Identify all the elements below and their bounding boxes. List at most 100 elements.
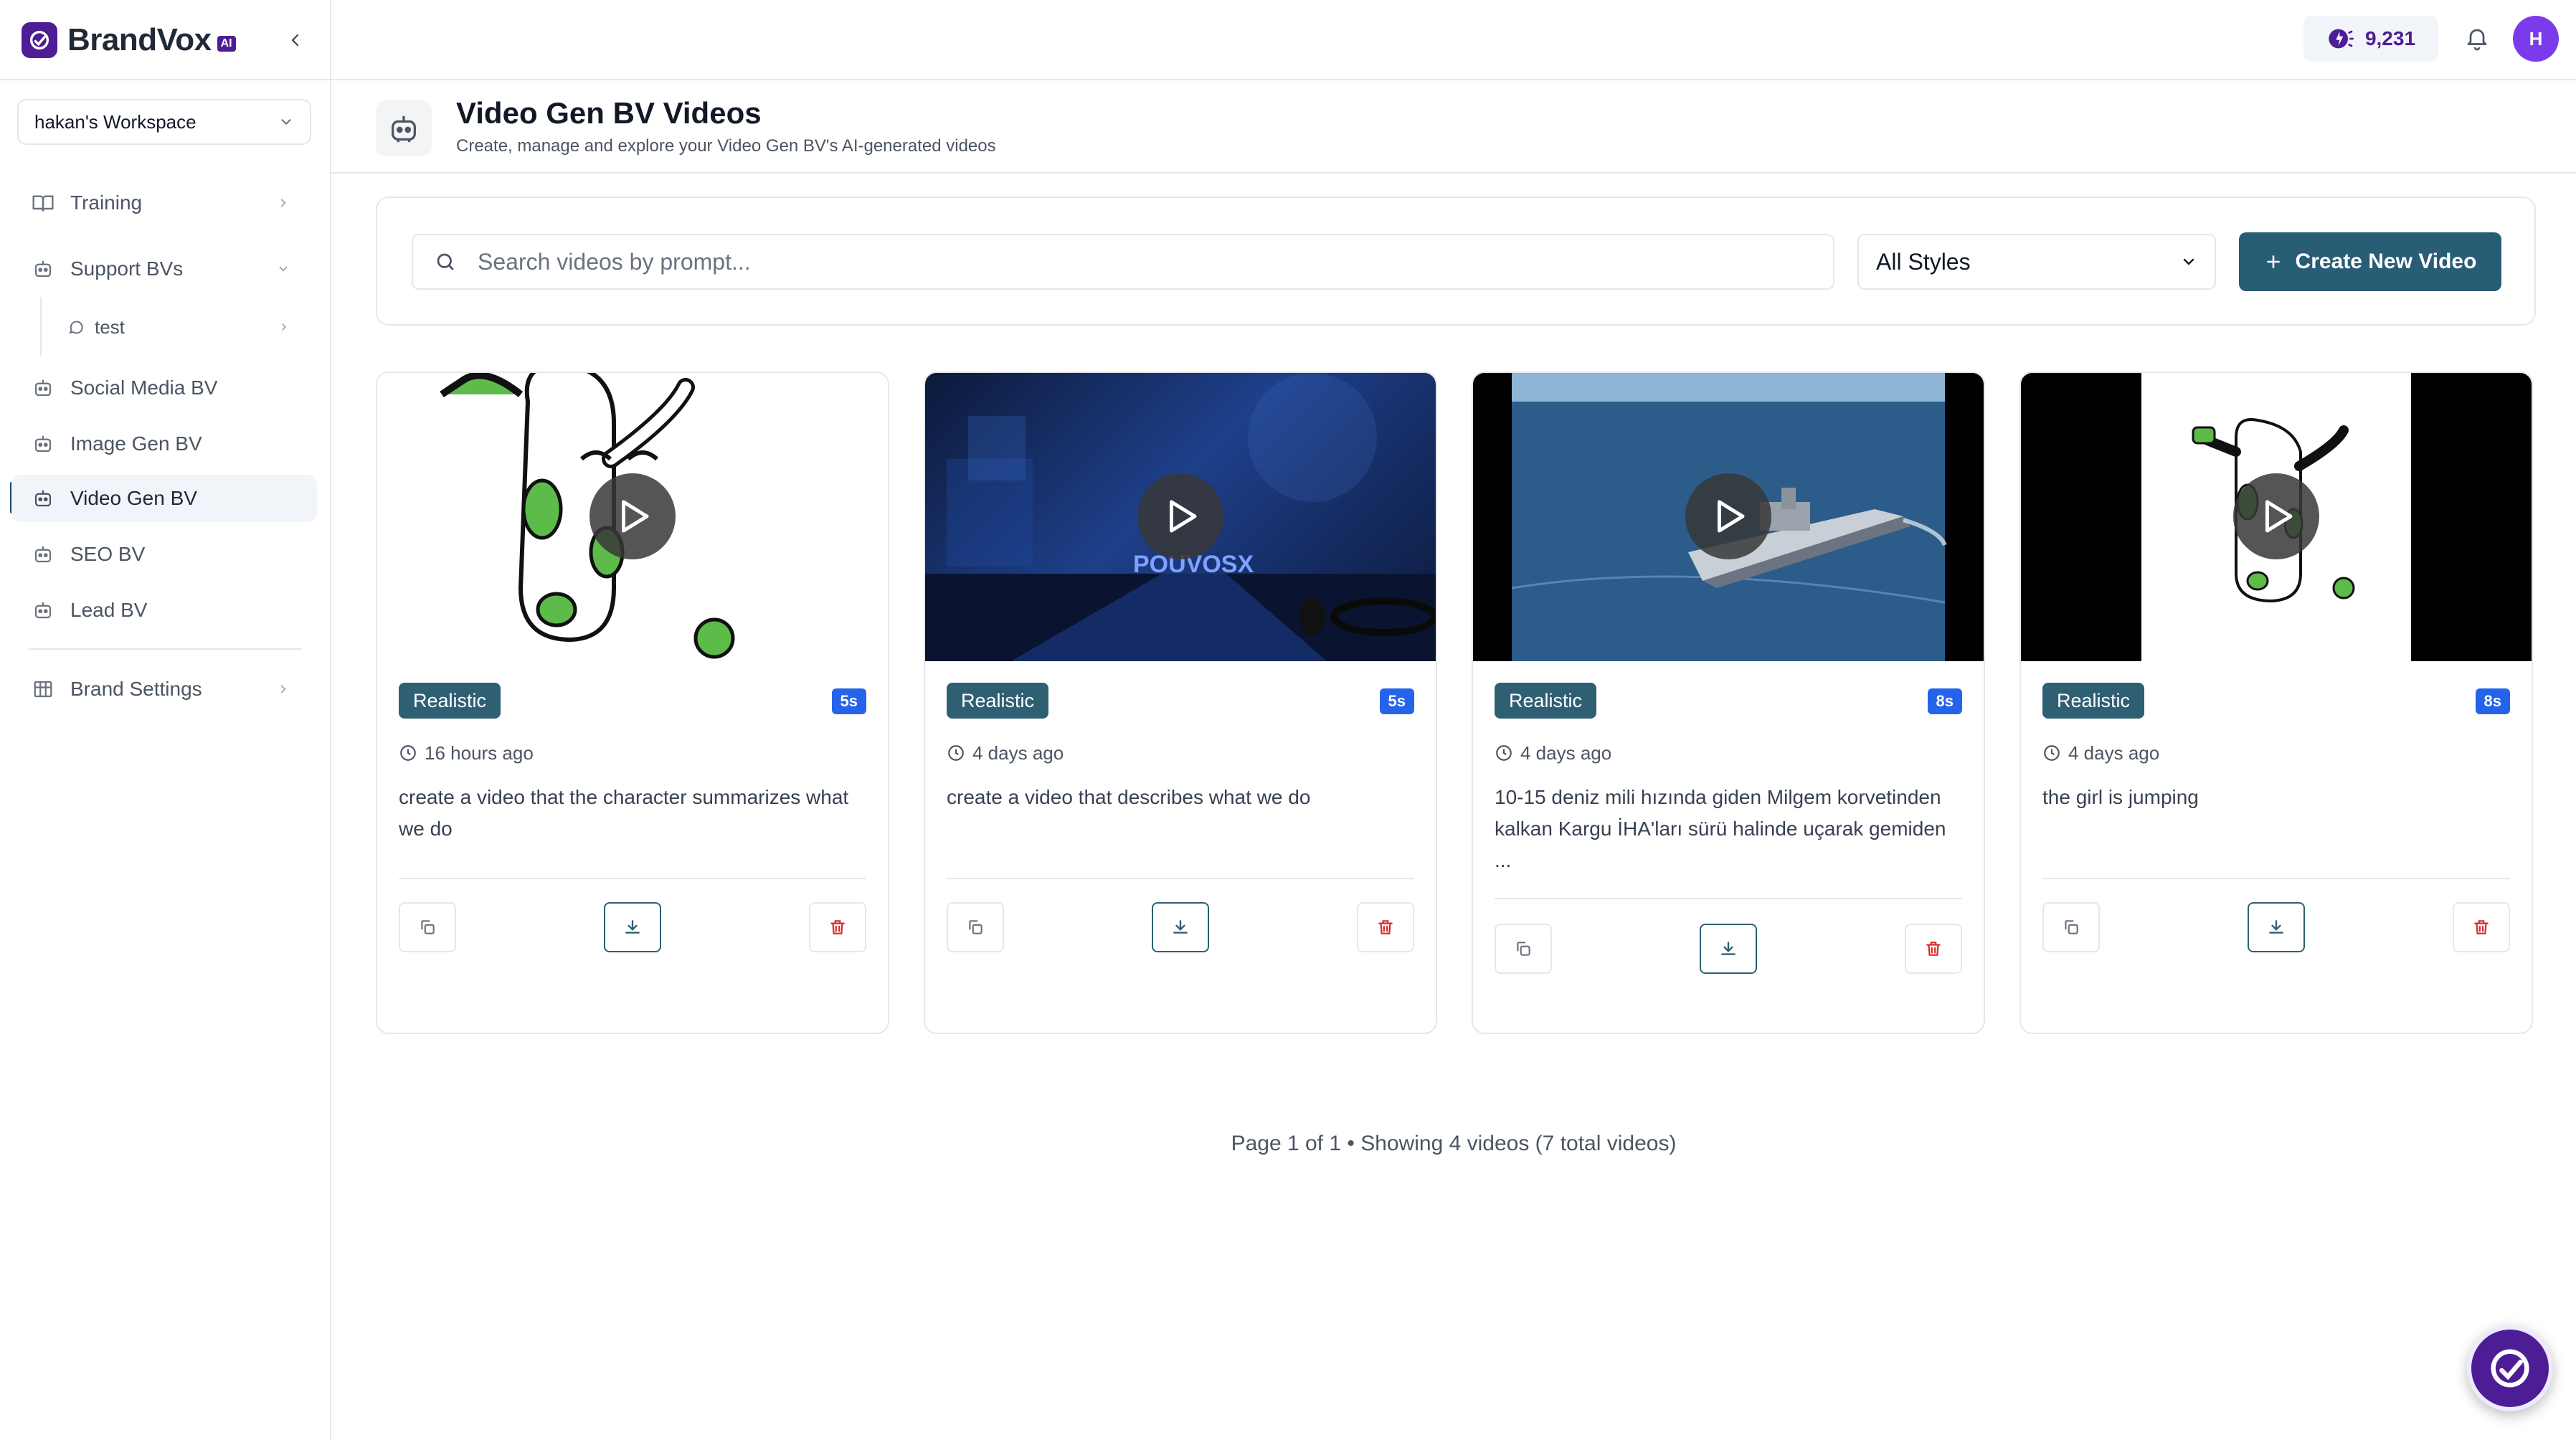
style-filter-select[interactable]: All Styles	[1857, 234, 2216, 290]
copy-prompt-button[interactable]	[399, 902, 456, 952]
video-card: POUVOSX Realistic 5s 4 days ago create a…	[924, 371, 1437, 1034]
video-thumbnail[interactable]: POUVOSX	[925, 373, 1436, 661]
brand-logo[interactable]: BrandVox AI	[22, 20, 236, 60]
copy-icon	[421, 920, 435, 934]
sidebar-subitem-test[interactable]: test	[65, 310, 308, 344]
sidebar-item-label: Brand Settings	[70, 678, 202, 700]
copy-prompt-button[interactable]	[947, 902, 1004, 952]
card-timestamp: 4 days ago	[1495, 740, 1611, 766]
sidebar-item-label: Training	[70, 191, 143, 214]
card-divider	[399, 878, 866, 879]
download-button[interactable]	[1700, 924, 1757, 974]
copy-icon	[2065, 920, 2078, 934]
card-prompt: the girl is jumping	[2042, 786, 2199, 808]
play-button[interactable]	[589, 473, 676, 559]
video-thumbnail[interactable]	[1473, 373, 1984, 661]
collapse-sidebar-button[interactable]	[283, 24, 308, 56]
duration-badge: 8s	[2475, 688, 2510, 714]
download-icon	[1721, 942, 1736, 955]
sidebar-item-label: test	[95, 316, 125, 338]
style-badge: Realistic	[2042, 683, 2145, 719]
clock-icon	[2044, 745, 2060, 761]
sidebar-item-social-media-bv[interactable]: Social Media BV	[11, 364, 317, 412]
chat-bubble-icon	[65, 316, 87, 338]
search-icon	[413, 251, 478, 273]
duration-badge: 5s	[1379, 688, 1414, 714]
sidebar-item-lead-bv[interactable]: Lead BV	[11, 587, 317, 634]
sidebar-divider	[29, 648, 301, 650]
sidebar-item-video-gen-bv[interactable]: Video Gen BV	[11, 475, 317, 522]
filter-panel: All Styles Create New Video	[376, 196, 2536, 326]
robot-icon	[29, 484, 57, 513]
play-button[interactable]	[2233, 473, 2319, 559]
play-button[interactable]	[1685, 473, 1771, 559]
video-thumbnail[interactable]	[377, 373, 888, 661]
sidebar-item-label: Support BVs	[70, 257, 184, 280]
search-input[interactable]	[478, 248, 1812, 275]
top-bar	[331, 0, 2576, 80]
delete-button[interactable]	[2453, 902, 2510, 952]
brand-name: BrandVox	[67, 22, 212, 57]
page-subtitle: Create, manage and explore your Video Ge…	[456, 136, 996, 156]
download-icon	[1173, 920, 1188, 934]
chevron-down-icon	[2183, 258, 2194, 265]
pagination-info: Page 1 of 1 • Showing 4 videos (7 total …	[1231, 1132, 1677, 1155]
card-timestamp: 4 days ago	[2042, 740, 2159, 766]
trash-icon	[2474, 920, 2489, 934]
chevron-right-icon	[273, 192, 294, 214]
credit-coin-icon	[2329, 29, 2354, 49]
chevron-right-icon	[273, 678, 294, 700]
page-header: Video Gen BV Videos Create, manage and e…	[331, 80, 2576, 174]
style-badge: Realistic	[1495, 683, 1597, 719]
notifications-button[interactable]	[2460, 22, 2494, 56]
duration-badge: 8s	[1927, 688, 1962, 714]
card-divider	[947, 878, 1414, 879]
card-divider	[2042, 878, 2510, 879]
sidebar-item-training[interactable]: Training	[11, 179, 317, 227]
assistant-chat-button[interactable]	[2467, 1325, 2553, 1411]
workspace-select[interactable]: hakan's Workspace	[17, 99, 311, 145]
trash-icon	[1926, 942, 1941, 956]
delete-button[interactable]	[1905, 924, 1962, 974]
delete-button[interactable]	[1357, 902, 1414, 952]
chevron-left-icon	[291, 34, 299, 47]
page-title: Video Gen BV Videos	[456, 96, 762, 130]
sidebar-item-support-bvs[interactable]: Support BVs	[11, 245, 317, 293]
robot-icon	[29, 596, 57, 625]
plus-icon	[2266, 255, 2280, 268]
robot-icon	[29, 540, 57, 569]
building-icon	[29, 675, 57, 704]
chevron-down-icon	[281, 119, 291, 125]
delete-button[interactable]	[809, 902, 866, 952]
play-button[interactable]	[1137, 473, 1223, 559]
card-time-text: 4 days ago	[1520, 742, 1612, 764]
download-button[interactable]	[604, 902, 661, 952]
sidebar-item-label: SEO BV	[70, 543, 146, 565]
copy-icon	[1517, 942, 1530, 956]
sidebar-item-brand-settings[interactable]: Brand Settings	[11, 665, 317, 713]
brandvox-logo-icon	[22, 22, 57, 58]
sidebar-item-seo-bv[interactable]: SEO BV	[11, 531, 317, 578]
video-card: Realistic 5s 16 hours ago create a video…	[376, 371, 889, 1034]
style-badge: Realistic	[947, 683, 1049, 719]
sidebar-item-image-gen-bv[interactable]: Image Gen BV	[11, 420, 317, 468]
card-prompt: create a video that describes what we do	[947, 786, 1311, 808]
card-time-text: 4 days ago	[2068, 742, 2160, 764]
create-new-video-button[interactable]: Create New Video	[2239, 232, 2501, 291]
card-timestamp: 16 hours ago	[399, 740, 534, 766]
video-card: Realistic 8s 4 days ago 10-15 deniz mili…	[1472, 371, 1985, 1034]
user-avatar[interactable]: H	[2513, 16, 2559, 62]
credits-value: 9,231	[2364, 27, 2416, 49]
play-icon	[622, 500, 649, 533]
copy-icon	[969, 920, 982, 934]
trash-icon	[830, 920, 845, 934]
sidebar-item-label: Video Gen BV	[70, 487, 197, 509]
copy-prompt-button[interactable]	[1495, 924, 1552, 974]
download-button[interactable]	[2248, 902, 2305, 952]
search-box[interactable]	[412, 234, 1834, 290]
download-button[interactable]	[1152, 902, 1209, 952]
video-thumbnail[interactable]	[2021, 373, 2532, 661]
sidebar-divider	[0, 79, 330, 80]
credits-balance[interactable]: 9,231	[2303, 16, 2438, 62]
copy-prompt-button[interactable]	[2042, 902, 2100, 952]
